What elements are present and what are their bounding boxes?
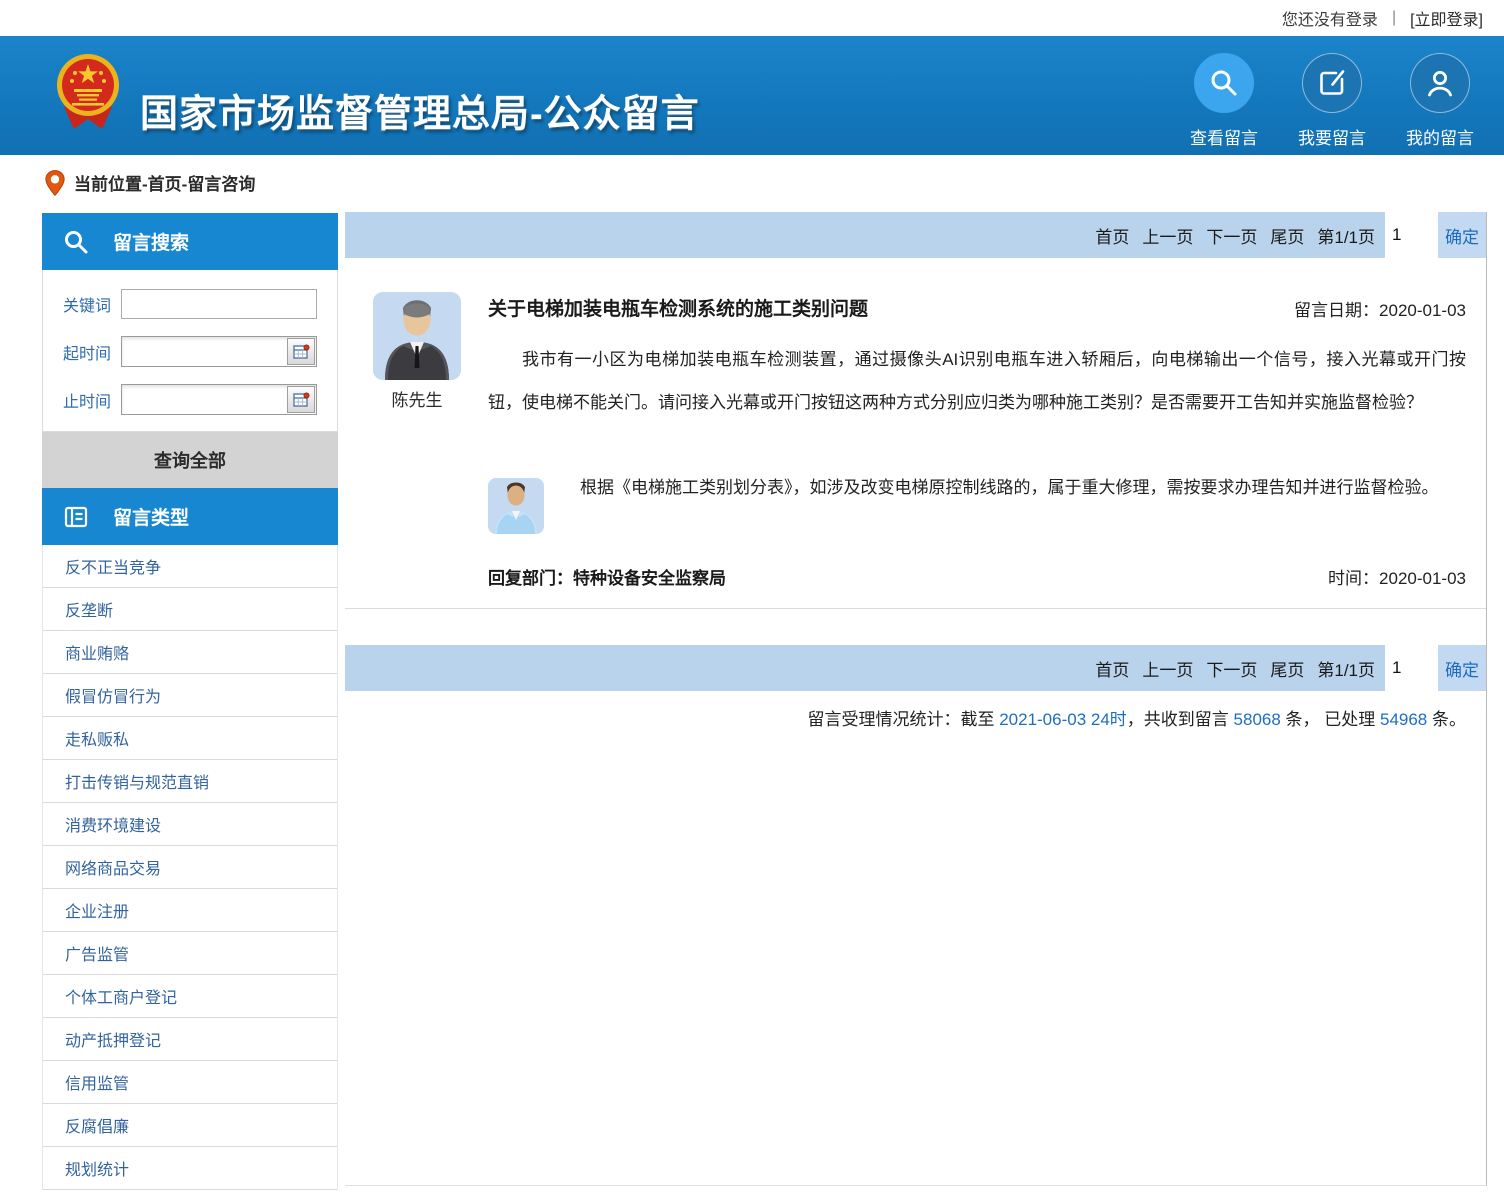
pagination-bottom: 首页 上一页 下一页 尾页 第1/1页 1 确定: [345, 645, 1486, 691]
message-type-item[interactable]: 规划统计: [43, 1147, 337, 1190]
message-type-item[interactable]: 个体工商户登记: [43, 975, 337, 1018]
keyword-label: 关键词: [43, 292, 121, 316]
message-type-item[interactable]: 网络商品交易: [43, 846, 337, 889]
write-icon: [1302, 53, 1362, 113]
confirm-page-button[interactable]: 确定: [1438, 212, 1486, 258]
header-nav: 查看留言 我要留言 我的留言: [1180, 53, 1484, 149]
message-title: 关于电梯加装电瓶车检测系统的施工类别问题: [488, 294, 868, 321]
confirm-page-button[interactable]: 确定: [1438, 645, 1486, 691]
query-all-button[interactable]: 查询全部: [42, 432, 338, 488]
pagination-links: 首页 上一页 下一页 尾页 第1/1页: [345, 212, 1385, 258]
statistics-line: 留言受理情况统计：截至 2021-06-03 24时，共收到留言 58068 条…: [807, 705, 1466, 730]
last-page-link[interactable]: 尾页: [1270, 656, 1304, 681]
message-type-item[interactable]: 企业注册: [43, 889, 337, 932]
pagebar-gap: [1431, 645, 1438, 691]
message-type-item[interactable]: 假冒仿冒行为: [43, 674, 337, 717]
reply-meta-row: 回复部门：特种设备安全监察局 时间：2020-01-03: [488, 564, 1466, 589]
site-header: 国家市场监督管理总局-公众留言 查看留言 我要留言: [0, 36, 1504, 155]
login-now-link[interactable]: [立即登录]: [1410, 6, 1483, 30]
message-body: 我市有一小区为电梯加装电瓶车检测装置，通过摄像头AI识别电瓶车进入轿厢后，向电梯…: [488, 338, 1466, 424]
reply-avatar: [488, 478, 544, 534]
next-page-link[interactable]: 下一页: [1206, 223, 1257, 248]
stats-deadline: 2021-06-03 24时: [999, 710, 1127, 729]
section-divider: [345, 608, 1486, 609]
last-page-link[interactable]: 尾页: [1270, 223, 1304, 248]
message-type-list: 反不正当竞争反垄断商业贿赂假冒仿冒行为走私贩私打击传销与规范直销消费环境建设网络…: [42, 545, 338, 1190]
reply-time: 时间：2020-01-03: [1328, 564, 1466, 589]
message-type-item[interactable]: 动产抵押登记: [43, 1018, 337, 1061]
top-login-bar: 您还没有登录 | [立即登录]: [0, 0, 1504, 36]
calendar-icon: [292, 343, 310, 361]
start-time-calendar-button[interactable]: [287, 338, 315, 365]
pagination-links: 首页 上一页 下一页 尾页 第1/1页: [345, 645, 1385, 691]
message-type-item[interactable]: 反不正当竞争: [43, 545, 337, 588]
pagination-top: 首页 上一页 下一页 尾页 第1/1页 1 确定: [345, 212, 1486, 258]
reply-department: 回复部门：特种设备安全监察局: [488, 564, 726, 589]
breadcrumb: 当前位置-首页-留言咨询: [0, 155, 1504, 210]
location-pin-icon: [44, 169, 66, 197]
user-icon: [1410, 53, 1470, 113]
message-type-item[interactable]: 消费环境建设: [43, 803, 337, 846]
nav-write-message[interactable]: 我要留言: [1288, 53, 1376, 149]
author-avatar: [373, 292, 461, 380]
pagebar-gap: [1431, 212, 1438, 258]
page-info: 第1/1页: [1317, 223, 1375, 248]
stats-received-count: 58068: [1234, 710, 1281, 729]
end-time-label: 止时间: [43, 388, 121, 412]
message-date: 留言日期：2020-01-03: [1294, 296, 1466, 321]
page-info: 第1/1页: [1317, 656, 1375, 681]
page-number-input[interactable]: 1: [1385, 645, 1431, 691]
message-type-item[interactable]: 反腐倡廉: [43, 1104, 337, 1147]
list-icon: [63, 504, 89, 530]
start-time-label: 起时间: [43, 340, 121, 364]
first-page-link[interactable]: 首页: [1095, 656, 1129, 681]
message-type-header: 留言类型: [42, 488, 338, 545]
site-title: 国家市场监督管理总局-公众留言: [140, 83, 700, 138]
next-page-link[interactable]: 下一页: [1206, 656, 1257, 681]
page-number-input[interactable]: 1: [1385, 212, 1431, 258]
breadcrumb-text: 当前位置-首页-留言咨询: [74, 170, 255, 195]
message-search-header: 留言搜索: [42, 213, 338, 270]
login-separator: |: [1392, 9, 1396, 27]
prev-page-link[interactable]: 上一页: [1142, 223, 1193, 248]
page: 您还没有登录 | [立即登录] 国家市场监督管理总局-公众留言: [0, 0, 1504, 1193]
message-type-item[interactable]: 信用监管: [43, 1061, 337, 1104]
login-status-text: 您还没有登录: [1282, 6, 1378, 30]
search-icon: [1194, 53, 1254, 113]
author-name: 陈先生: [373, 386, 461, 411]
calendar-icon: [292, 391, 310, 409]
message-type-item[interactable]: 反垄断: [43, 588, 337, 631]
message-type-title: 留言类型: [113, 503, 189, 530]
nav-my-messages[interactable]: 我的留言: [1396, 53, 1484, 149]
message-type-item[interactable]: 打击传销与规范直销: [43, 760, 337, 803]
sidebar: 留言搜索 关键词 起时间: [42, 213, 338, 1190]
search-form: 关键词 起时间: [42, 270, 338, 432]
reply-text: 根据《电梯施工类别划分表》，如涉及改变电梯原控制线路的，属于重大修理，需按要求办…: [580, 472, 1466, 503]
search-icon: [63, 229, 89, 255]
keyword-input[interactable]: [121, 289, 317, 319]
prev-page-link[interactable]: 上一页: [1142, 656, 1193, 681]
message-search-title: 留言搜索: [113, 228, 189, 255]
stats-processed-count: 54968: [1380, 710, 1427, 729]
message-type-item[interactable]: 走私贩私: [43, 717, 337, 760]
end-time-calendar-button[interactable]: [287, 386, 315, 413]
message-type-item[interactable]: 广告监管: [43, 932, 337, 975]
first-page-link[interactable]: 首页: [1095, 223, 1129, 248]
nav-view-messages[interactable]: 查看留言: [1180, 53, 1268, 149]
national-emblem-logo: [54, 51, 122, 139]
message-type-item[interactable]: 商业贿赂: [43, 631, 337, 674]
main-content: 首页 上一页 下一页 尾页 第1/1页 1 确定 陈先生: [345, 212, 1487, 1186]
